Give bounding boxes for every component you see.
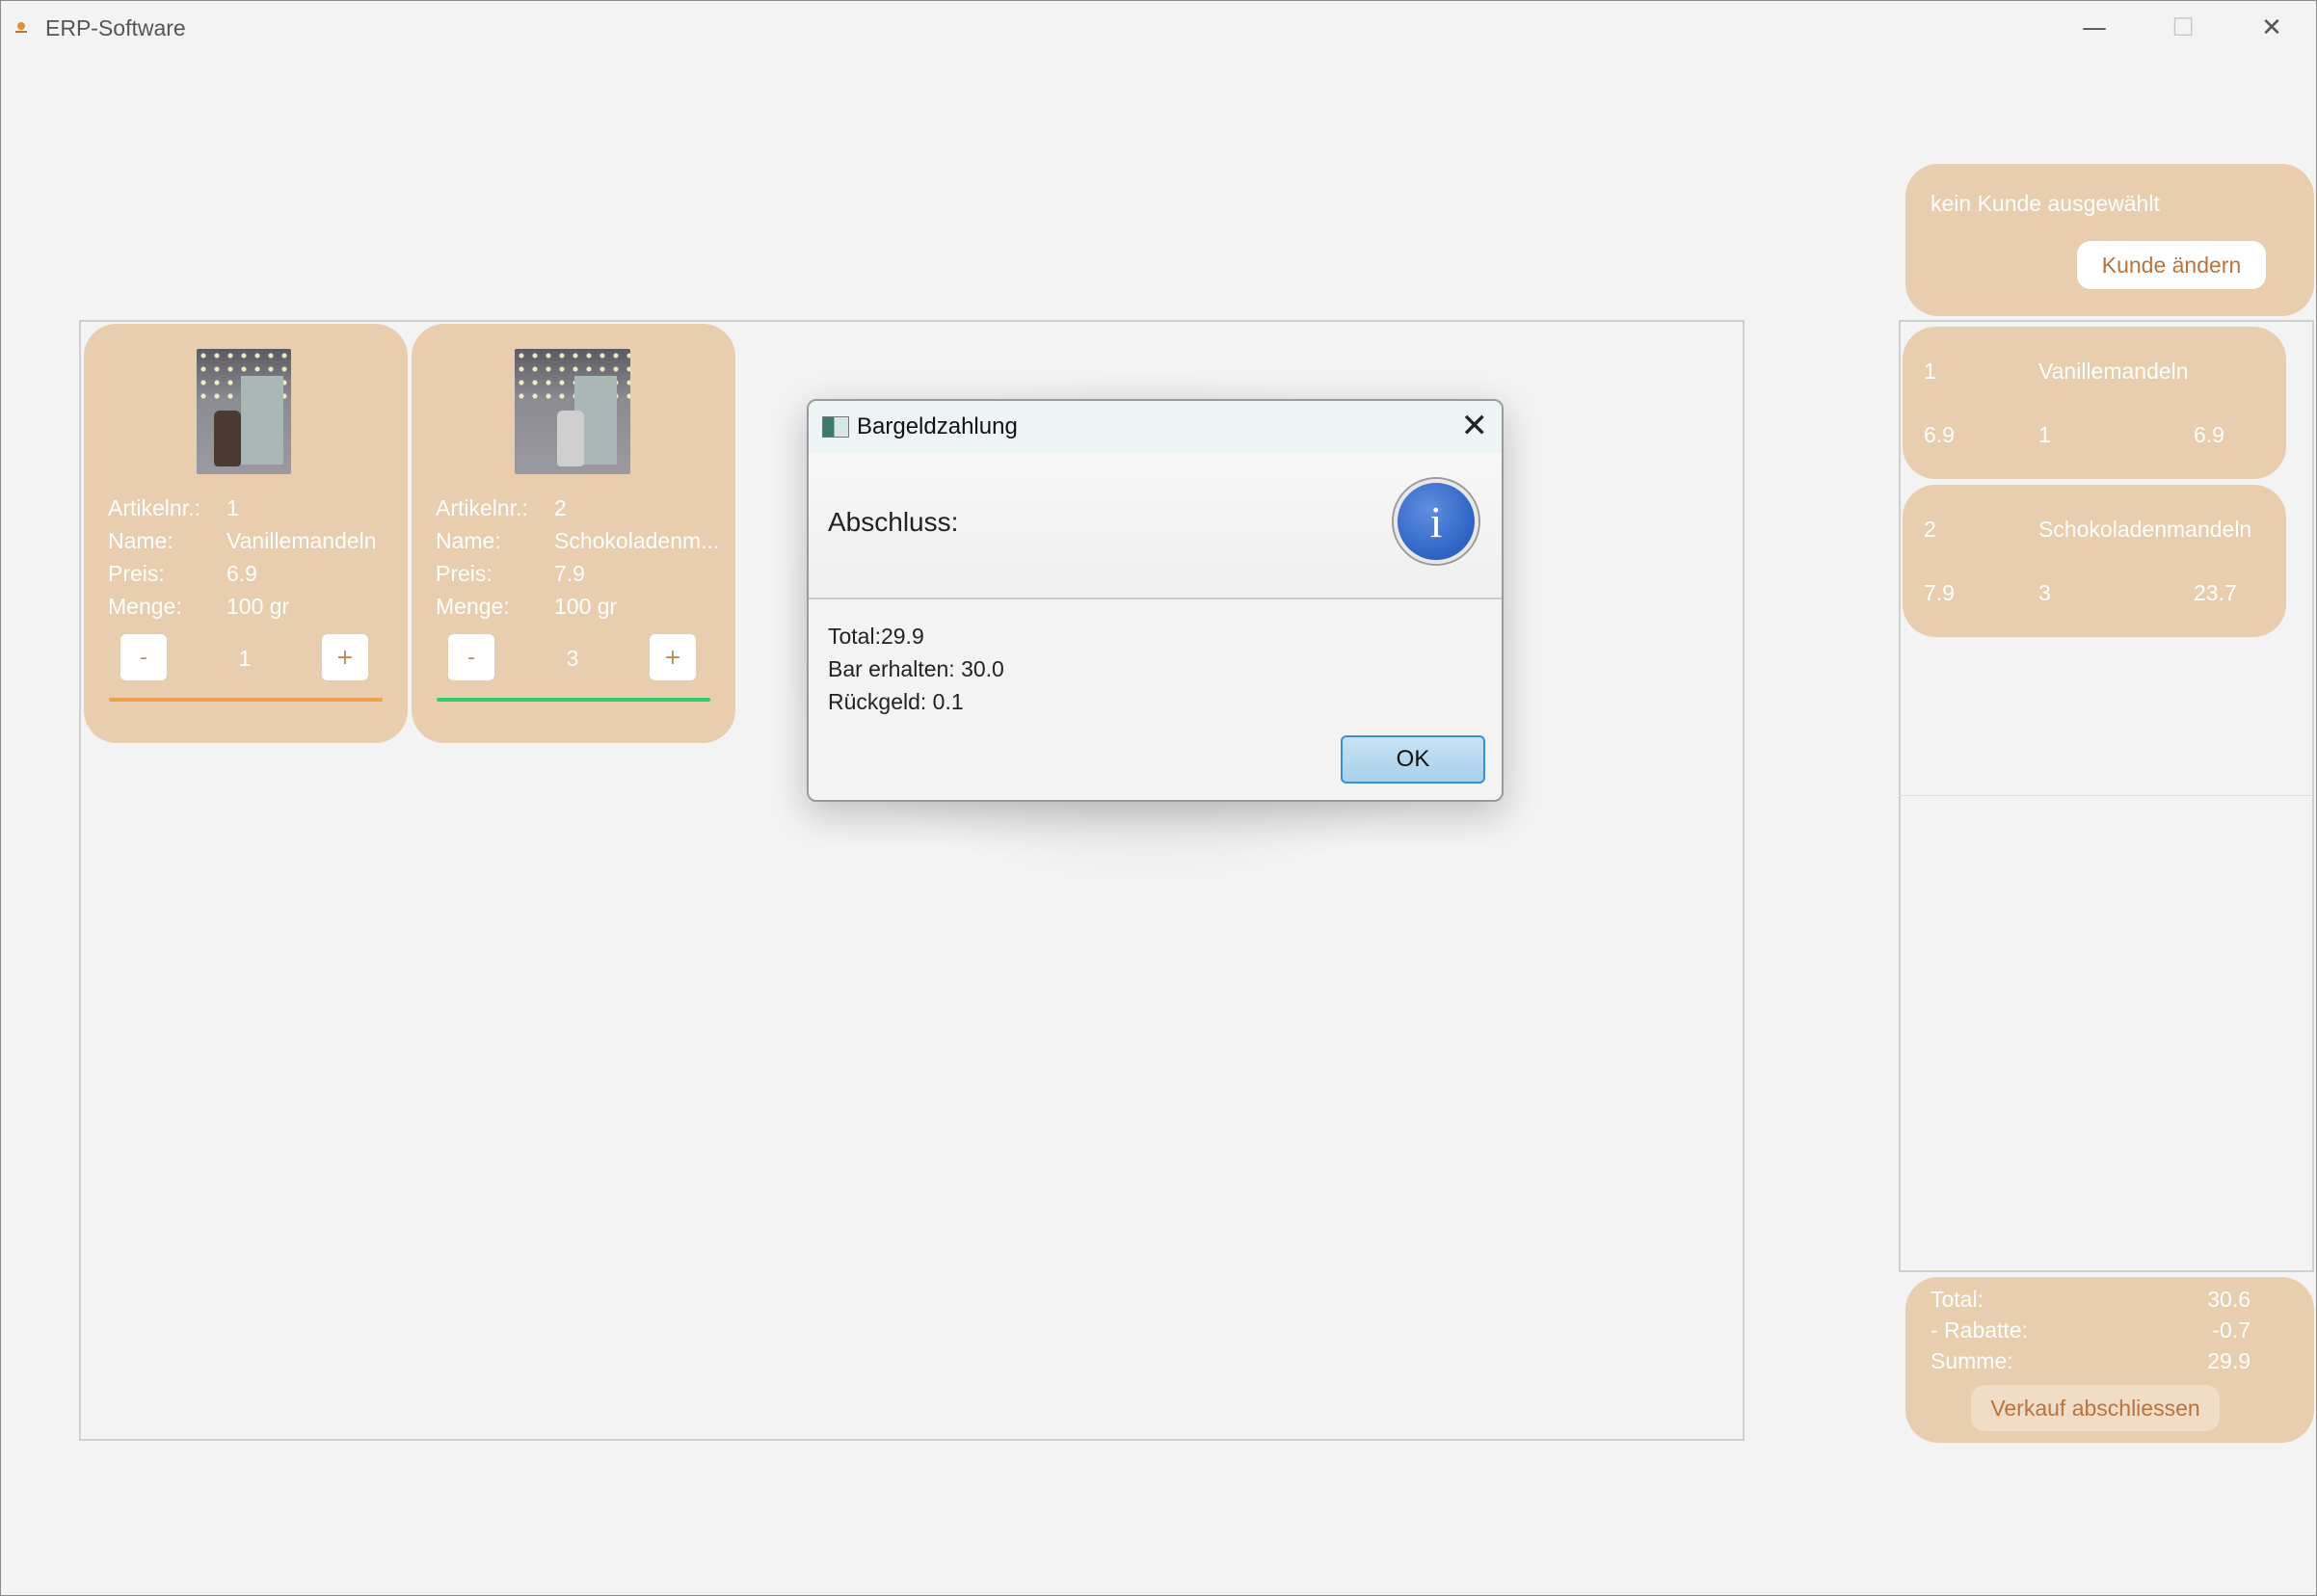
stock-indicator-bar: [109, 698, 383, 702]
cart-divider: [1899, 795, 2314, 796]
cart-item-number: 1: [1924, 359, 1936, 384]
product-number-label: Artikelnr.:: [436, 495, 528, 520]
decrease-quantity-button[interactable]: -: [120, 634, 167, 680]
cart-item[interactable]: 1 Vanillemandeln 6.9 1 6.9: [1903, 327, 2286, 479]
product-number-label: Artikelnr.:: [108, 495, 200, 520]
cart-item-name: Vanillemandeln: [2038, 359, 2189, 384]
dialog-total-line: Total:29.9: [828, 624, 924, 649]
product-amount-label: Menge:: [436, 594, 510, 619]
product-price-label: Preis:: [108, 561, 165, 586]
product-name-label: Name:: [436, 528, 501, 553]
product-price: 7.9: [554, 561, 585, 586]
customer-panel: kein Kunde ausgewählt Kunde ändern: [1905, 164, 2314, 316]
product-name-label: Name:: [108, 528, 173, 553]
discount-label: - Rabatte:: [1931, 1317, 2028, 1343]
info-icon: i: [1394, 479, 1478, 564]
cart-item[interactable]: 2 Schokoladenmandeln 7.9 3 23.7: [1903, 485, 2286, 637]
dialog-change-line: Rückgeld: 0.1: [828, 689, 964, 714]
dialog-title-bar[interactable]: Bargeldzahlung ✕: [809, 401, 1502, 453]
summary-panel: Total: 30.6 - Rabatte: -0.7 Summe: 29.9 …: [1905, 1277, 2314, 1443]
cart-item-total: 23.7: [2194, 580, 2237, 605]
window-title: ERP-Software: [45, 15, 186, 40]
product-card[interactable]: Artikelnr.: 2 Name: Schokoladenm... Prei…: [412, 324, 735, 743]
product-amount: 100 gr: [554, 594, 618, 619]
product-name: Schokoladenm...: [554, 528, 720, 553]
product-image: [515, 349, 630, 474]
app-window: ERP-Software — ☐ ✕ Artikelnr.: 1 Name: V…: [0, 0, 2317, 1596]
cash-payment-dialog: Bargeldzahlung ✕ Abschluss: i Total:29.9…: [807, 399, 1504, 802]
cart-item-price: 7.9: [1924, 580, 1955, 605]
product-number: 1: [226, 495, 239, 520]
finish-sale-button[interactable]: Verkauf abschliessen: [1971, 1385, 2220, 1431]
app-logo-icon: [15, 22, 27, 33]
quantity-value: 1: [238, 646, 252, 671]
product-price-label: Preis:: [436, 561, 493, 586]
dialog-close-button[interactable]: ✕: [1461, 409, 1489, 443]
cart-item-number: 2: [1924, 517, 1936, 542]
dialog-title: Bargeldzahlung: [857, 413, 1018, 439]
product-image: [197, 349, 291, 474]
title-bar[interactable]: ERP-Software — ☐ ✕: [1, 1, 2316, 55]
sum-label: Summe:: [1931, 1348, 2013, 1373]
decrease-quantity-button[interactable]: -: [448, 634, 494, 680]
dialog-cash-received-line: Bar erhalten: 30.0: [828, 656, 1004, 681]
sum-value: 29.9: [2207, 1348, 2250, 1373]
close-window-button[interactable]: ✕: [2227, 1, 2316, 55]
product-name: Vanillemandeln: [226, 528, 377, 553]
dialog-header: Abschluss: i: [809, 453, 1502, 599]
increase-quantity-button[interactable]: +: [650, 634, 696, 680]
cart-item-quantity: 1: [2038, 422, 2051, 447]
total-value: 30.6: [2207, 1287, 2250, 1312]
product-amount: 100 gr: [226, 594, 290, 619]
ok-button[interactable]: OK: [1341, 735, 1485, 784]
cart-item-quantity: 3: [2038, 580, 2051, 605]
dialog-window-icon: [822, 416, 849, 438]
product-number: 2: [554, 495, 567, 520]
change-customer-button[interactable]: Kunde ändern: [2077, 241, 2266, 289]
customer-status: kein Kunde ausgewählt: [1931, 191, 2160, 216]
dialog-header-text: Abschluss:: [828, 507, 959, 537]
product-amount-label: Menge:: [108, 594, 182, 619]
discount-value: -0.7: [2212, 1317, 2250, 1343]
stock-indicator-bar: [437, 698, 710, 702]
maximize-button[interactable]: ☐: [2139, 1, 2227, 55]
product-price: 6.9: [226, 561, 257, 586]
product-card[interactable]: Artikelnr.: 1 Name: Vanillemandeln Preis…: [84, 324, 408, 743]
cart-item-name: Schokoladenmandeln: [2038, 517, 2252, 542]
cart-item-total: 6.9: [2194, 422, 2224, 447]
total-label: Total:: [1931, 1287, 1984, 1312]
quantity-value: 3: [566, 646, 579, 671]
minimize-button[interactable]: —: [2050, 1, 2139, 55]
cart-item-price: 6.9: [1924, 422, 1955, 447]
increase-quantity-button[interactable]: +: [322, 634, 368, 680]
